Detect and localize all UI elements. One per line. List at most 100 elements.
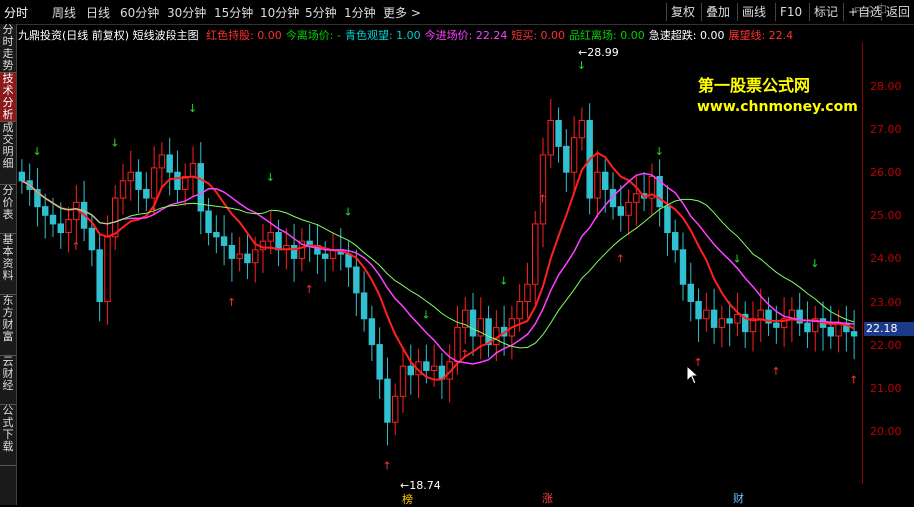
panel-window-icons[interactable]: ▭ ◇ □: [854, 4, 887, 15]
candle-body[interactable]: [220, 236, 228, 246]
candle-body[interactable]: [726, 318, 733, 324]
price-tick-label: 21.00: [870, 381, 902, 395]
candle-body[interactable]: [96, 249, 103, 302]
candle-body[interactable]: [213, 232, 220, 238]
candle-body[interactable]: [290, 244, 298, 259]
buy-signal-arrow-icon: ↑: [382, 460, 391, 473]
candle-body[interactable]: [360, 292, 368, 320]
candle-body[interactable]: [57, 223, 65, 234]
tab-30min[interactable]: 30分钟: [167, 4, 206, 21]
candle-body[interactable]: [516, 301, 523, 320]
candle-body[interactable]: [773, 322, 780, 328]
candle-body[interactable]: [353, 266, 360, 294]
candle-body[interactable]: [244, 253, 251, 264]
candle-body[interactable]: [368, 318, 376, 346]
adjust-button[interactable]: 复权: [666, 3, 699, 21]
tab-10min[interactable]: 10分钟: [260, 4, 299, 21]
side-tab-price-table[interactable]: 分价表: [0, 185, 16, 234]
side-tab-cloud-finance[interactable]: 云财经: [0, 356, 16, 405]
candle-body[interactable]: [850, 331, 858, 337]
candle-body[interactable]: [578, 119, 586, 139]
candle-body[interactable]: [539, 154, 547, 225]
tab-daily[interactable]: 日线: [86, 4, 110, 21]
candle-body[interactable]: [827, 326, 834, 337]
mouse-cursor-icon: [686, 365, 700, 385]
side-tab-formula-download[interactable]: 公式下载: [0, 405, 16, 466]
candle-body[interactable]: [158, 154, 166, 169]
candle-body[interactable]: [322, 253, 329, 259]
candle-body[interactable]: [392, 395, 399, 423]
tab-weekly[interactable]: 周线: [52, 4, 76, 21]
candle-body[interactable]: [18, 171, 26, 182]
candle-body[interactable]: [570, 137, 578, 173]
candle-body[interactable]: [703, 309, 710, 320]
mark-button[interactable]: 标记: [809, 3, 842, 21]
candle-body[interactable]: [88, 227, 96, 251]
draw-line-button[interactable]: 画线: [737, 3, 770, 21]
candle-body[interactable]: [376, 344, 383, 380]
candle-body[interactable]: [617, 206, 624, 216]
candle-body[interactable]: [384, 378, 391, 423]
candle-body[interactable]: [205, 210, 212, 234]
candle-body[interactable]: [679, 249, 687, 285]
candle-body[interactable]: [228, 244, 236, 259]
candle-body[interactable]: [804, 322, 811, 333]
candle-body[interactable]: [524, 283, 531, 302]
candle-body[interactable]: [664, 206, 671, 234]
candle-body[interactable]: [710, 309, 718, 328]
candle-body[interactable]: [672, 232, 679, 251]
candle-body[interactable]: [174, 171, 181, 190]
side-tab-technical[interactable]: 技术分析: [0, 73, 16, 122]
candle-body[interactable]: [267, 232, 275, 242]
candle-body[interactable]: [49, 214, 57, 225]
candle-body[interactable]: [236, 253, 243, 259]
candle-body[interactable]: [166, 154, 173, 173]
f10-button[interactable]: F10: [775, 3, 806, 21]
candle-body[interactable]: [143, 188, 150, 199]
side-tab-eastmoney[interactable]: 东方财富: [0, 295, 16, 356]
candle-body[interactable]: [594, 171, 601, 199]
candle-body[interactable]: [734, 313, 741, 324]
side-tab-intraday[interactable]: 分时走势: [0, 24, 16, 73]
candle-body[interactable]: [252, 249, 259, 264]
candle-body[interactable]: [135, 171, 142, 190]
candle-body[interactable]: [532, 223, 539, 285]
badge-finance-icon[interactable]: 财: [731, 490, 746, 506]
candle-body[interactable]: [189, 163, 197, 178]
side-tab-trades[interactable]: 成交明细: [0, 122, 16, 185]
tab-60min[interactable]: 60分钟: [120, 4, 159, 21]
candle-body[interactable]: [104, 236, 111, 303]
tab-1min[interactable]: 1分钟: [344, 4, 376, 21]
side-tab-basic-info[interactable]: 基本资料: [0, 234, 16, 295]
buy-signal-arrow-icon: ↑: [227, 296, 236, 309]
candle-body[interactable]: [757, 309, 764, 320]
candle-body[interactable]: [275, 232, 282, 251]
candle-body[interactable]: [345, 253, 352, 268]
candle-body[interactable]: [150, 167, 158, 199]
candle-body[interactable]: [42, 206, 49, 216]
candle-body[interactable]: [695, 301, 702, 320]
candle-body[interactable]: [469, 309, 477, 337]
overlay-button[interactable]: 叠加: [701, 3, 734, 21]
tab-more[interactable]: 更多 >: [383, 4, 421, 21]
candle-body[interactable]: [407, 365, 414, 376]
candle-body[interactable]: [119, 180, 127, 199]
candle-body[interactable]: [602, 171, 609, 190]
badge-rise-icon[interactable]: 涨: [540, 490, 555, 506]
candle-body[interactable]: [127, 171, 135, 182]
candle-body[interactable]: [547, 119, 554, 156]
candle-body[interactable]: [625, 201, 632, 216]
tab-5min[interactable]: 5分钟: [305, 4, 337, 21]
tab-intraday[interactable]: 分时: [4, 4, 28, 21]
candle-body[interactable]: [430, 365, 438, 371]
tab-15min[interactable]: 15分钟: [214, 4, 253, 21]
candle-body[interactable]: [423, 361, 430, 371]
candle-body[interactable]: [687, 283, 694, 302]
candle-body[interactable]: [399, 365, 407, 397]
candle-body[interactable]: [633, 193, 640, 203]
candle-body[interactable]: [718, 318, 726, 328]
candle-body[interactable]: [563, 145, 570, 173]
candle-body[interactable]: [65, 219, 72, 234]
buy-signal-arrow-icon: ↑: [149, 205, 158, 218]
candle-body[interactable]: [555, 119, 562, 147]
